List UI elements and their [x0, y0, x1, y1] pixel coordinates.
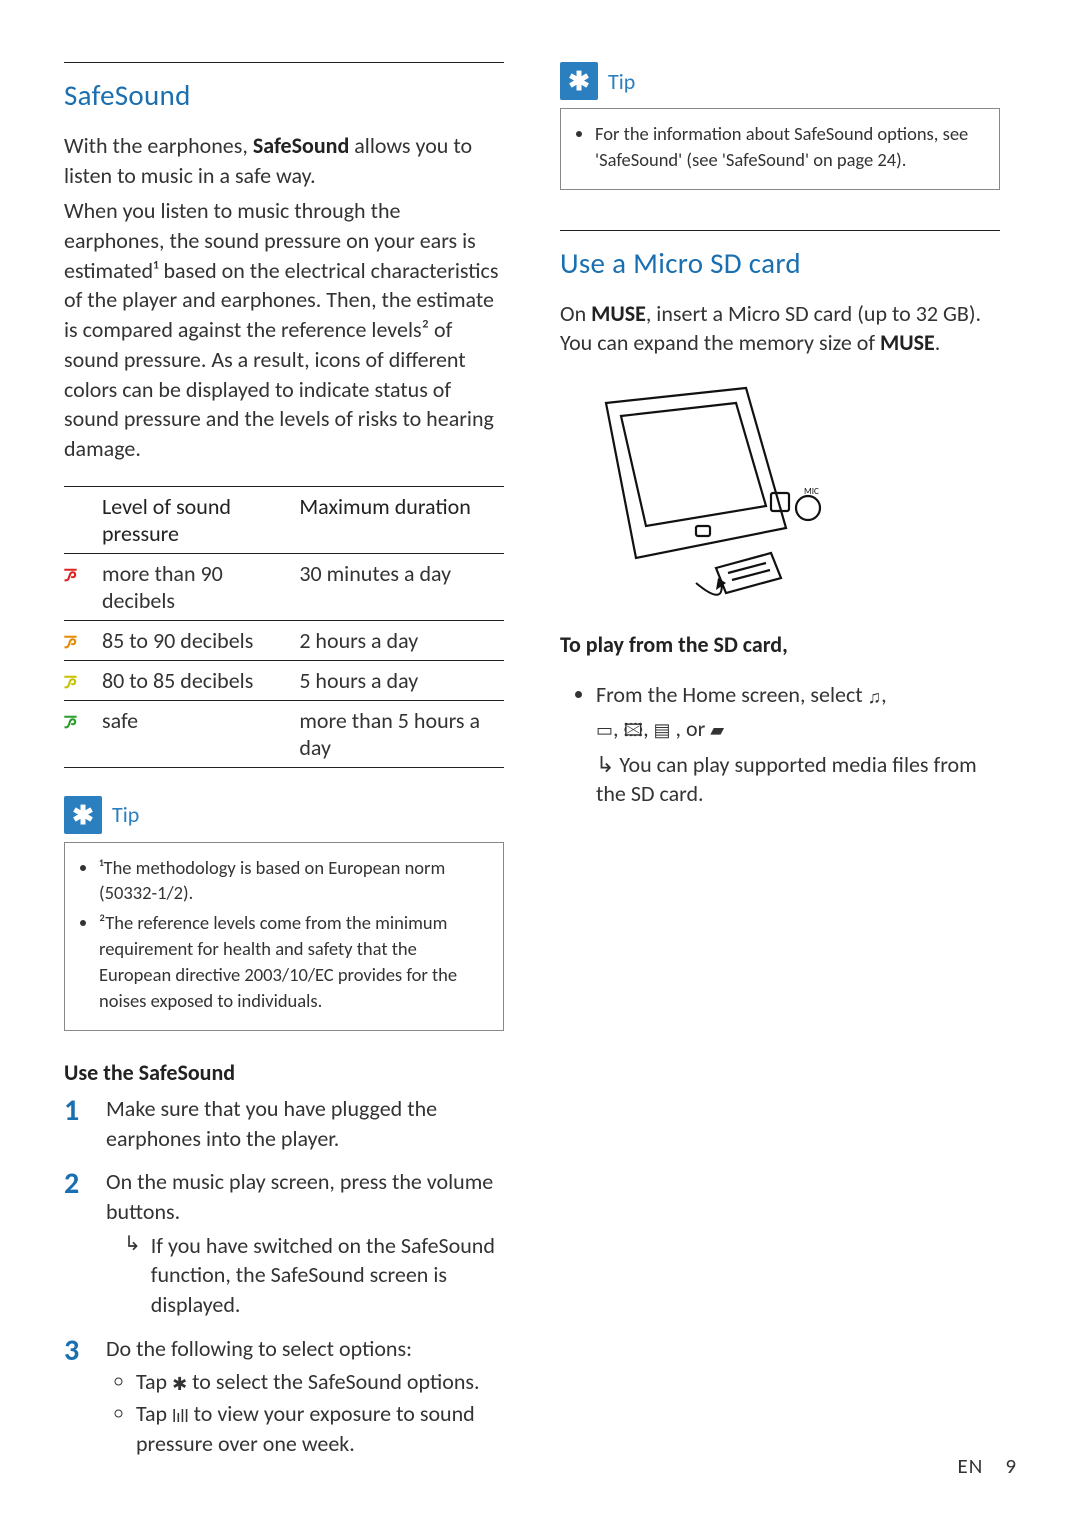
- text: With the earphones,: [64, 132, 253, 159]
- text-bold: SafeSound: [308, 1368, 402, 1395]
- play-list: From the Home screen, select ♫, ▭, 🖾, ▤ …: [560, 680, 1000, 809]
- bars-icon: lıll: [172, 1404, 189, 1428]
- tip-badge: ✱ Tip: [64, 796, 139, 834]
- text-bold: SafeSound: [401, 1232, 495, 1259]
- heading-safesound: SafeSound: [64, 77, 504, 113]
- step-number: 1: [64, 1094, 90, 1153]
- text: , or: [676, 715, 711, 742]
- result-text: You can play supported media files from …: [596, 751, 977, 808]
- heading-sd-card: Use a Micro SD card: [560, 245, 1000, 281]
- step-text: Make sure that you have plugged the earp…: [106, 1094, 504, 1153]
- svg-text:MIC: MIC: [804, 486, 819, 497]
- folder-icon: ▰: [710, 718, 724, 742]
- text: to select the: [187, 1368, 308, 1395]
- tip-item: For the information about SafeSound opti…: [595, 121, 985, 173]
- list-item: Tap ✱ to select the SafeSound options.: [136, 1367, 504, 1397]
- table-row: ꯍ more than 90 decibels 30 minutes a day: [64, 553, 504, 620]
- col-header: Level of sound pressure: [102, 486, 299, 553]
- text-bold: MUSE: [591, 300, 646, 327]
- text: Tap: [136, 1368, 172, 1395]
- tip-box: For the information about SafeSound opti…: [560, 108, 1000, 190]
- ear-icon: ꯍ: [64, 633, 77, 651]
- text-icon: ▤: [654, 718, 671, 742]
- ear-icon: ꯍ: [64, 673, 77, 691]
- text: ,: [881, 681, 887, 708]
- cell: 80 to 85 decibels: [102, 660, 299, 700]
- step-number: 3: [64, 1334, 90, 1461]
- steps-list: 1 Make sure that you have plugged the ea…: [64, 1094, 504, 1461]
- tip-badge: ✱ Tip: [560, 62, 635, 100]
- tip-label: Tip: [608, 68, 635, 95]
- page-number: 9: [1005, 1453, 1016, 1479]
- text: From the Home screen, select: [596, 681, 868, 708]
- text: .: [935, 329, 941, 356]
- heading-play-sd: To play from the SD card,: [560, 631, 1000, 658]
- lang-code: EN: [958, 1453, 984, 1479]
- tip-label: Tip: [112, 801, 139, 828]
- text: Tap: [136, 1400, 172, 1427]
- text: options.: [402, 1368, 480, 1395]
- gear-icon: ✱: [172, 1372, 187, 1396]
- result-text: If you have switched on the SafeSound fu…: [151, 1231, 504, 1320]
- text: On: [560, 300, 591, 327]
- step-text: On the music play screen, press the volu…: [106, 1167, 504, 1319]
- result-arrow-icon: ↳: [596, 751, 614, 778]
- sound-pressure-table: Level of sound pressure Maximum duration…: [64, 486, 504, 768]
- table-row: ꯍ 80 to 85 decibels 5 hours a day: [64, 660, 504, 700]
- step-text: Do the following to select options: Tap …: [106, 1334, 504, 1461]
- cell: safe: [102, 700, 299, 767]
- cell: more than 90 decibels: [102, 553, 299, 620]
- cell: 2 hours a day: [299, 620, 504, 660]
- table-row: ꯍ 85 to 90 decibels 2 hours a day: [64, 620, 504, 660]
- step-number: 2: [64, 1167, 90, 1319]
- sd-intro: On MUSE, insert a Micro SD card (up to 3…: [560, 299, 1000, 358]
- cell: 30 minutes a day: [299, 553, 504, 620]
- cell: 85 to 90 decibels: [102, 620, 299, 660]
- page-footer: EN 9: [958, 1453, 1016, 1479]
- text: If you have switched on the: [151, 1232, 401, 1259]
- heading-use-safesound: Use the SafeSound: [64, 1059, 504, 1086]
- asterisk-icon: ✱: [560, 62, 598, 100]
- picture-icon: 🖾: [623, 718, 643, 742]
- cell: 5 hours a day: [299, 660, 504, 700]
- result-arrow-icon: ↳: [124, 1231, 141, 1320]
- asterisk-icon: ✱: [64, 796, 102, 834]
- video-icon: ▭: [596, 718, 613, 742]
- music-icon: ♫: [868, 685, 882, 709]
- tip-item: ²The reference levels come from the mini…: [99, 910, 489, 1014]
- list-item: Tap lıll to view your exposure to sound …: [136, 1399, 504, 1458]
- text: function, the: [151, 1261, 271, 1288]
- tip-item: ¹The methodology is based on European no…: [99, 855, 489, 907]
- ear-icon: ꯍ: [64, 566, 77, 584]
- text-bold: SafeSound: [253, 132, 349, 159]
- list-item: From the Home screen, select ♫, ▭, 🖾, ▤ …: [596, 680, 1000, 809]
- tip-box: ¹The methodology is based on European no…: [64, 842, 504, 1031]
- ear-icon: ꯍ: [64, 713, 77, 731]
- col-header: Maximum duration: [299, 486, 504, 553]
- text: On the music play screen, press the volu…: [106, 1168, 493, 1225]
- safesound-explain: When you listen to music through the ear…: [64, 196, 504, 463]
- text-bold: MUSE: [880, 329, 935, 356]
- safesound-intro: With the earphones, SafeSound allows you…: [64, 131, 504, 190]
- device-illustration: MIC: [566, 378, 1000, 603]
- cell: more than 5 hours a day: [299, 700, 504, 767]
- text-bold: SafeSound: [271, 1261, 365, 1288]
- table-row: ꯍ safe more than 5 hours a day: [64, 700, 504, 767]
- text: Do the following to select options:: [106, 1335, 412, 1362]
